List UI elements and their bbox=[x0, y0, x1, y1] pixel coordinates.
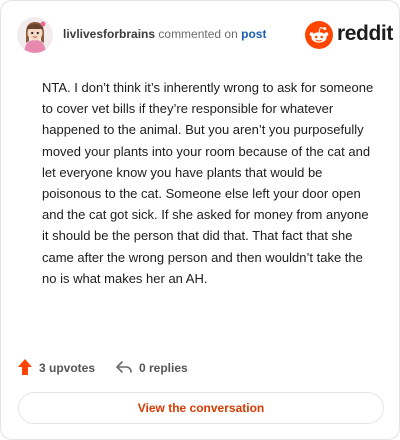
upvote-count: 3 upvotes bbox=[39, 361, 96, 375]
reddit-brand[interactable]: reddit bbox=[305, 21, 393, 49]
avatar[interactable] bbox=[17, 17, 53, 53]
comment-body: NTA. I don’t think it’s inherently wrong… bbox=[42, 80, 374, 286]
upvote-arrow-icon[interactable] bbox=[17, 358, 33, 379]
replies[interactable]: 0 replies bbox=[115, 358, 188, 378]
action-text: commented on bbox=[158, 27, 238, 41]
reddit-snoo-icon bbox=[305, 21, 333, 49]
comment-card: livlivesforbrains commented on post redd… bbox=[0, 0, 400, 440]
comment-footer: 3 upvotes 0 replies bbox=[17, 358, 383, 378]
comment-header: livlivesforbrains commented on post redd… bbox=[17, 15, 393, 55]
byline: livlivesforbrains commented on post bbox=[63, 27, 266, 41]
reddit-wordmark: reddit bbox=[337, 22, 393, 45]
username[interactable]: livlivesforbrains bbox=[63, 27, 155, 41]
reply-arrow-icon bbox=[115, 359, 133, 378]
post-link[interactable]: post bbox=[241, 27, 266, 41]
upvotes[interactable]: 3 upvotes bbox=[17, 358, 95, 378]
reply-count: 0 replies bbox=[139, 361, 188, 375]
view-conversation-button[interactable]: View the conversation bbox=[18, 392, 384, 424]
